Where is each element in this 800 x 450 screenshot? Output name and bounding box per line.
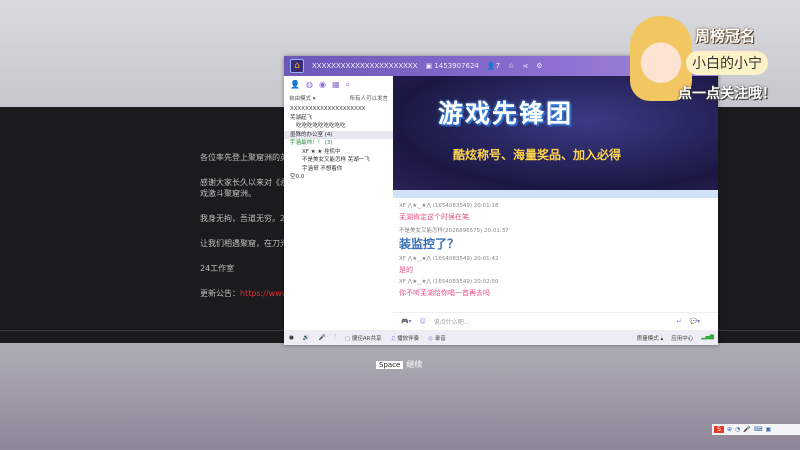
settings-icon[interactable]: ⚙ bbox=[536, 62, 542, 70]
bottom-toolbar: ● 🔊 🎤 ⫶ ▢ 捷径AR共享 ♫ 播放伴奏 ◎ 录音 质量模式 ▴ 应用中心 ▂… bbox=[284, 330, 718, 345]
message-input[interactable]: 说点什么吧... bbox=[434, 317, 470, 326]
calendar-icon[interactable]: ▦ bbox=[332, 80, 340, 90]
channel-item[interactable]: XXXXXXXXXXXXXXXXXXXX bbox=[284, 105, 393, 114]
chat-icon[interactable]: ◍ bbox=[306, 80, 313, 90]
music-button[interactable]: ♫ 播放伴奏 bbox=[390, 334, 419, 342]
chat-messages: XF ⋀★‿★⋀ (1654083549) 20:01:18 芜湖肯定这个时候在笑… bbox=[393, 198, 718, 312]
tray-icon[interactable]: ⊕ bbox=[727, 426, 732, 433]
tray-icon[interactable]: ▣ bbox=[765, 426, 771, 433]
search-icon[interactable]: ⌕ bbox=[346, 80, 350, 90]
announcement-text: 各位率先登上聚窟洲的英雄 感谢大家长久以来对《永劫无间》的支持，戏激斗聚窟洲。 … bbox=[200, 153, 290, 298]
streamer-mascot-overlay: 周榜冠名 小白的小宁 点一点关注哦！ bbox=[630, 8, 800, 108]
bubble-icon[interactable]: 💬▾ bbox=[690, 318, 700, 325]
channel-item[interactable]: 吃吃吃吃吃吃吃吃吃 bbox=[284, 122, 393, 131]
star-icon[interactable]: ☆ bbox=[508, 62, 514, 70]
user-item[interactable]: 不是美女又能怎样 芜湖一飞 bbox=[284, 156, 393, 165]
mic-tray-icon[interactable]: 🎤 bbox=[743, 426, 750, 433]
send-icon[interactable]: ↵ bbox=[676, 318, 681, 325]
chat-message: XF ⋀★‿★⋀ (1654083549) 20:01:18 芜湖肯定这个时候在笑 bbox=[399, 203, 499, 221]
user-item[interactable]: 宇涵哥 不想着你 bbox=[284, 165, 393, 174]
share-screen-button[interactable]: ▢ 捷径AR共享 bbox=[345, 334, 382, 342]
channel-item[interactable]: 墨殊的办公室 (4) bbox=[284, 130, 393, 139]
mic-icon[interactable]: 🎤 bbox=[319, 335, 326, 341]
tray-icon[interactable]: ◔ bbox=[735, 426, 740, 433]
avatar[interactable]: ● bbox=[289, 335, 294, 341]
system-tray: S ⊕ ◔ 🎤 ⌨ ▣ bbox=[712, 424, 800, 435]
chat-message: 不是美女又能怎样(2026896575) 20:01:37 装监控了？ bbox=[399, 228, 509, 251]
channel-item[interactable]: 宇涵最帅！！ (3) bbox=[284, 139, 393, 148]
mode-select[interactable]: 自由模式 ▾ bbox=[289, 94, 316, 102]
continue-prompt[interactable]: Space 继续 bbox=[376, 359, 422, 370]
user-icon[interactable]: 👤 bbox=[290, 80, 300, 90]
channel-tree-panel: 👤 ◍ ◉ ▦ ⌕ 自由模式 ▾ 所有人可以发言 XXXXXXXXXXXXXXXXXXXX… bbox=[284, 76, 393, 330]
app-center-button[interactable]: 应用中心 bbox=[671, 334, 693, 342]
chat-message: XF ⋀★‿★⋀ (1654083549) 20:01:42 是的 bbox=[399, 256, 499, 274]
keyboard-icon[interactable]: ⌨ bbox=[754, 426, 763, 433]
member-count: 👤7 bbox=[486, 62, 501, 70]
record-button[interactable]: ◎ 录音 bbox=[428, 334, 446, 342]
gamepad-icon[interactable]: 🎮▾ bbox=[401, 318, 411, 325]
mixer-icon[interactable]: ⫶ bbox=[335, 334, 336, 341]
channel-item[interactable]: 空0.0 bbox=[284, 173, 393, 182]
home-logo-icon[interactable]: ⌂ bbox=[290, 59, 304, 73]
share-icon[interactable]: ⋖ bbox=[522, 62, 528, 70]
signal-icon: ▂▄▆ bbox=[701, 333, 714, 340]
user-item[interactable]: XF ★ ★ 挂机中 bbox=[284, 148, 393, 157]
location-icon[interactable]: ◉ bbox=[319, 80, 326, 90]
room-id: ▣ 1453907624 bbox=[425, 62, 479, 70]
chat-message: XF ⋀★‿★⋀ (1654083549) 20:02:50 你不听芜湖给你唱一首… bbox=[399, 279, 499, 297]
notice-strip bbox=[393, 190, 718, 198]
speaker-icon[interactable]: 🔊 bbox=[303, 335, 310, 341]
input-method-icon[interactable]: S bbox=[714, 426, 724, 433]
chat-input-bar: 🎮▾ ☺ 说点什么吧... ↵ 💬▾ bbox=[393, 312, 718, 330]
emoji-icon[interactable]: ☺ bbox=[419, 318, 425, 325]
channel-item[interactable]: 芜湖起飞 bbox=[284, 114, 393, 123]
quality-mode-button[interactable]: 质量模式 ▴ bbox=[637, 334, 664, 342]
update-link[interactable]: https://www. bbox=[240, 289, 290, 298]
